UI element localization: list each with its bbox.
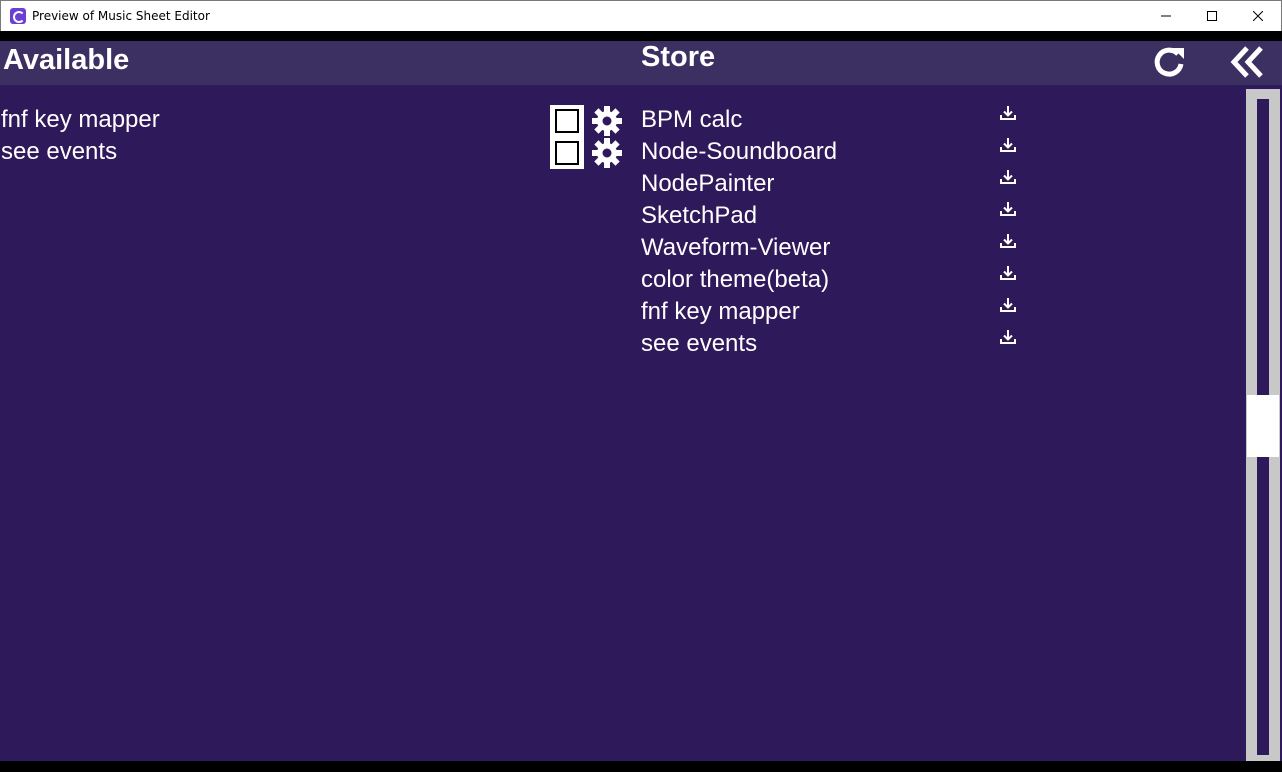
- collapse-button[interactable]: [1229, 44, 1267, 80]
- store-item-label: BPM calc: [641, 106, 743, 133]
- download-icon[interactable]: [998, 167, 1018, 187]
- download-icon[interactable]: [998, 199, 1018, 219]
- download-icon[interactable]: [998, 327, 1018, 347]
- enable-checkbox-frame: [550, 105, 584, 137]
- available-item-controls: [550, 137, 623, 169]
- gear-icon[interactable]: [591, 137, 623, 169]
- enable-checkbox-frame: [550, 137, 584, 169]
- download-icon[interactable]: [998, 135, 1018, 155]
- window-titlebar: Preview of Music Sheet Editor: [0, 0, 1282, 31]
- minimize-icon: [1161, 15, 1171, 17]
- store-download-buttons: [998, 103, 1018, 359]
- store-item-label: color theme(beta): [641, 266, 830, 293]
- window-title: Preview of Music Sheet Editor: [32, 9, 210, 23]
- double-chevron-left-icon: [1230, 46, 1263, 78]
- download-icon[interactable]: [998, 103, 1018, 123]
- available-controls: [550, 105, 623, 169]
- store-item-label: Node-Soundboard: [641, 138, 838, 165]
- download-icon[interactable]: [998, 295, 1018, 315]
- maximize-button[interactable]: [1189, 1, 1235, 31]
- download-icon[interactable]: [998, 263, 1018, 283]
- top-border: [0, 31, 1282, 41]
- available-heading: Available: [3, 44, 130, 76]
- maximize-icon: [1207, 11, 1217, 21]
- store-list: BPM calc Node-Soundboard NodePainter Ske…: [641, 105, 837, 361]
- store-item-label: NodePainter: [641, 170, 775, 197]
- store-item-label: fnf key mapper: [641, 298, 800, 325]
- window-controls: [1143, 1, 1281, 31]
- close-button[interactable]: [1235, 1, 1281, 31]
- download-icon[interactable]: [998, 231, 1018, 251]
- available-item-label: see events: [1, 138, 118, 165]
- store-item-label: see events: [641, 330, 758, 357]
- refresh-button[interactable]: [1151, 44, 1187, 80]
- app-header: Available Store: [0, 41, 1282, 85]
- store-item-label: SketchPad: [641, 202, 758, 229]
- available-list: fnf key mapper see events: [1, 105, 160, 169]
- bottom-border: [0, 761, 1282, 772]
- minimize-button[interactable]: [1143, 1, 1189, 31]
- store-item-label: Waveform-Viewer: [641, 234, 831, 261]
- close-icon: [1253, 11, 1263, 21]
- app-logo-icon: [10, 8, 26, 24]
- refresh-icon: [1154, 47, 1184, 77]
- scrollbar-thumb[interactable]: [1247, 395, 1279, 457]
- store-heading: Store: [641, 41, 716, 73]
- main-content: fnf key mapper see events BPM calc Node-…: [0, 85, 1282, 761]
- enable-checkbox[interactable]: [555, 109, 579, 133]
- available-item-controls: [550, 105, 623, 137]
- enable-checkbox[interactable]: [555, 141, 579, 165]
- gear-icon[interactable]: [591, 105, 623, 137]
- available-item-label: fnf key mapper: [1, 106, 160, 133]
